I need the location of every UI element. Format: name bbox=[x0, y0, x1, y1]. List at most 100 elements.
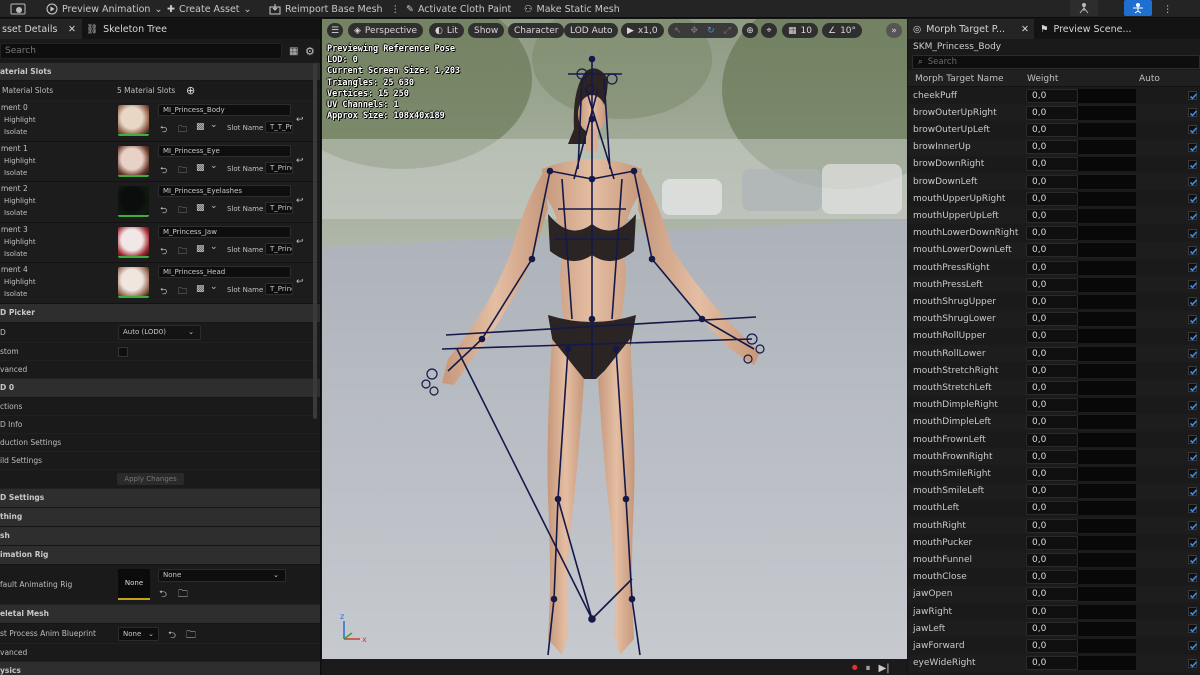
post-process-select[interactable]: None ⌄ bbox=[118, 626, 159, 641]
close-icon[interactable]: ✕ bbox=[1021, 24, 1029, 35]
section-material-slots[interactable]: aterial Slots bbox=[0, 63, 320, 81]
morph-target-row[interactable]: mouthRight 0,0 bbox=[908, 517, 1200, 534]
reset-arrow-icon[interactable]: ↩ bbox=[296, 237, 304, 247]
use-selected-icon[interactable]: ⮌ bbox=[160, 163, 167, 179]
morph-target-row[interactable]: jawLeft 0,0 bbox=[908, 620, 1200, 638]
section-lod-settings[interactable]: D Settings bbox=[0, 488, 320, 508]
tab-morph-target-preview[interactable]: ◎ Morph Target P... ✕ bbox=[908, 19, 1034, 39]
auto-checkbox[interactable] bbox=[1188, 349, 1198, 358]
morph-target-row[interactable]: mouthFrownRight 0,0 bbox=[908, 448, 1200, 466]
section-lod-0[interactable]: D 0 bbox=[0, 378, 320, 398]
morph-target-row[interactable]: mouthFunnel 0,0 bbox=[908, 551, 1200, 569]
custom-checkbox[interactable] bbox=[118, 346, 128, 357]
settings-icon[interactable] bbox=[10, 0, 28, 18]
morph-target-row[interactable]: mouthShrugLower 0,0 bbox=[908, 310, 1200, 328]
world-local-button[interactable]: ⊕ bbox=[742, 23, 758, 38]
morph-weight-input[interactable]: 0,0 bbox=[1026, 501, 1078, 516]
morph-weight-slider[interactable] bbox=[1078, 656, 1136, 671]
auto-checkbox[interactable] bbox=[1188, 538, 1198, 548]
morph-weight-input[interactable]: 0,0 bbox=[1026, 466, 1078, 481]
morph-weight-slider[interactable] bbox=[1078, 466, 1136, 481]
material-name-field[interactable]: MI_Princess_Eyelashes bbox=[158, 185, 291, 197]
reset-arrow-icon[interactable]: ↩ bbox=[296, 277, 304, 287]
auto-checkbox[interactable] bbox=[1188, 177, 1198, 186]
morph-target-row[interactable]: mouthUpperUpRight 0,0 bbox=[908, 190, 1200, 208]
morph-weight-slider[interactable] bbox=[1078, 587, 1136, 602]
morph-target-row[interactable]: eyeWideRight 0,0 bbox=[908, 654, 1200, 672]
build-settings-row[interactable]: ild Settings bbox=[0, 452, 320, 470]
morph-weight-input[interactable]: 0,0 bbox=[1026, 449, 1078, 464]
chevron-down-icon[interactable]: ⌄ bbox=[210, 201, 218, 211]
rig-thumbnail[interactable]: None bbox=[118, 568, 150, 600]
auto-checkbox[interactable] bbox=[1188, 108, 1198, 118]
morph-weight-slider[interactable] bbox=[1078, 363, 1136, 378]
morph-target-row[interactable]: mouthLowerDownRight 0,0 bbox=[908, 224, 1200, 242]
morph-target-row[interactable]: mouthSmileLeft 0,0 bbox=[908, 482, 1200, 500]
morph-target-row[interactable]: jawForward 0,0 bbox=[908, 637, 1200, 655]
morph-weight-input[interactable]: 0,0 bbox=[1026, 363, 1078, 378]
checker-icon[interactable]: ▩ bbox=[196, 122, 205, 132]
auto-checkbox[interactable] bbox=[1188, 641, 1198, 651]
section-physics[interactable]: ysics bbox=[0, 661, 320, 675]
tab-skeleton-tree[interactable]: ⛓ Skeleton Tree bbox=[86, 19, 176, 39]
play-speed-button[interactable]: ▶ x1,0 bbox=[621, 23, 664, 38]
browse-icon[interactable]: 🗀 bbox=[178, 587, 188, 604]
tab-preview-scene[interactable]: ⚑ Preview Scene... bbox=[1038, 19, 1188, 39]
angle-snap-button[interactable]: ∠ 10° bbox=[822, 23, 863, 38]
slot-name-field[interactable]: T_Princ bbox=[265, 283, 293, 295]
isolate-checkbox-label[interactable]: Isolate bbox=[4, 169, 27, 177]
viewport[interactable]: z x ☰ ◈ Perspective ◐ Lit Show Character L… bbox=[322, 19, 907, 675]
morph-weight-input[interactable]: 0,0 bbox=[1026, 191, 1078, 206]
morph-weight-input[interactable]: 0,0 bbox=[1026, 294, 1078, 309]
lod-advanced-row[interactable]: vanced bbox=[0, 361, 320, 379]
morph-target-row[interactable]: jawRight 0,0 bbox=[908, 603, 1200, 620]
details-search-input[interactable]: Search bbox=[0, 43, 282, 59]
section-animation-rig[interactable]: imation Rig bbox=[0, 545, 320, 565]
morph-target-row[interactable]: browDownRight 0,0 bbox=[908, 155, 1200, 173]
highlight-checkbox-label[interactable]: Highlight bbox=[4, 238, 36, 246]
character-button[interactable]: Character bbox=[508, 23, 565, 38]
auto-checkbox[interactable] bbox=[1188, 383, 1198, 393]
morph-weight-input[interactable]: 0,0 bbox=[1026, 415, 1078, 430]
auto-checkbox[interactable] bbox=[1188, 331, 1198, 341]
reset-arrow-icon[interactable]: ↩ bbox=[296, 196, 304, 206]
morph-weight-input[interactable]: 0,0 bbox=[1026, 88, 1078, 103]
lod-auto-button[interactable]: LOD Auto bbox=[564, 23, 619, 38]
morph-weight-slider[interactable] bbox=[1078, 604, 1136, 619]
auto-checkbox[interactable] bbox=[1188, 159, 1198, 169]
move-tool-icon[interactable]: ✥ bbox=[691, 26, 699, 36]
morph-target-row[interactable]: mouthRollLower 0,0 bbox=[908, 345, 1200, 362]
section-clothing[interactable]: thing bbox=[0, 507, 320, 527]
highlight-checkbox-label[interactable]: Highlight bbox=[4, 278, 36, 286]
browse-icon[interactable]: 🗀 bbox=[178, 122, 187, 138]
morph-weight-input[interactable]: 0,0 bbox=[1026, 346, 1078, 361]
forward-icon[interactable]: ▶| bbox=[879, 663, 890, 674]
material-name-field[interactable]: MI_Princess_Eye bbox=[158, 144, 291, 157]
chevron-down-icon[interactable]: ⌄ bbox=[210, 161, 218, 171]
scale-tool-icon[interactable]: ⤢ bbox=[724, 26, 731, 36]
morph-weight-slider[interactable] bbox=[1078, 88, 1136, 103]
auto-checkbox[interactable] bbox=[1188, 452, 1198, 462]
more-options-icon[interactable]: ⋮ bbox=[391, 4, 401, 15]
morph-weight-slider[interactable] bbox=[1078, 243, 1136, 258]
morph-weight-input[interactable]: 0,0 bbox=[1026, 243, 1078, 258]
morph-weight-slider[interactable] bbox=[1078, 277, 1136, 292]
col-weight[interactable]: Weight bbox=[1027, 74, 1058, 84]
highlight-checkbox-label[interactable]: Highlight bbox=[4, 116, 36, 124]
morph-weight-input[interactable]: 0,0 bbox=[1026, 518, 1078, 533]
col-auto[interactable]: Auto bbox=[1139, 74, 1160, 84]
grid-snap-button[interactable]: ▦ 10 bbox=[782, 23, 818, 38]
isolate-checkbox-label[interactable]: Isolate bbox=[4, 250, 27, 258]
rig-select[interactable]: None ⌄ bbox=[158, 568, 286, 582]
morph-weight-slider[interactable] bbox=[1078, 449, 1136, 464]
section-lod-picker[interactable]: D Picker bbox=[0, 303, 320, 323]
reduction-settings-row[interactable]: duction Settings bbox=[0, 434, 320, 452]
morph-weight-input[interactable]: 0,0 bbox=[1026, 122, 1078, 137]
morph-weight-input[interactable]: 0,0 bbox=[1026, 329, 1078, 344]
morph-target-row[interactable]: mouthUpperUpLeft 0,0 bbox=[908, 207, 1200, 225]
morph-weight-slider[interactable] bbox=[1078, 570, 1136, 585]
auto-checkbox[interactable] bbox=[1188, 297, 1198, 307]
morph-weight-slider[interactable] bbox=[1078, 329, 1136, 344]
slot-name-field[interactable]: T_Princ bbox=[265, 161, 293, 174]
highlight-checkbox-label[interactable]: Highlight bbox=[4, 157, 36, 165]
